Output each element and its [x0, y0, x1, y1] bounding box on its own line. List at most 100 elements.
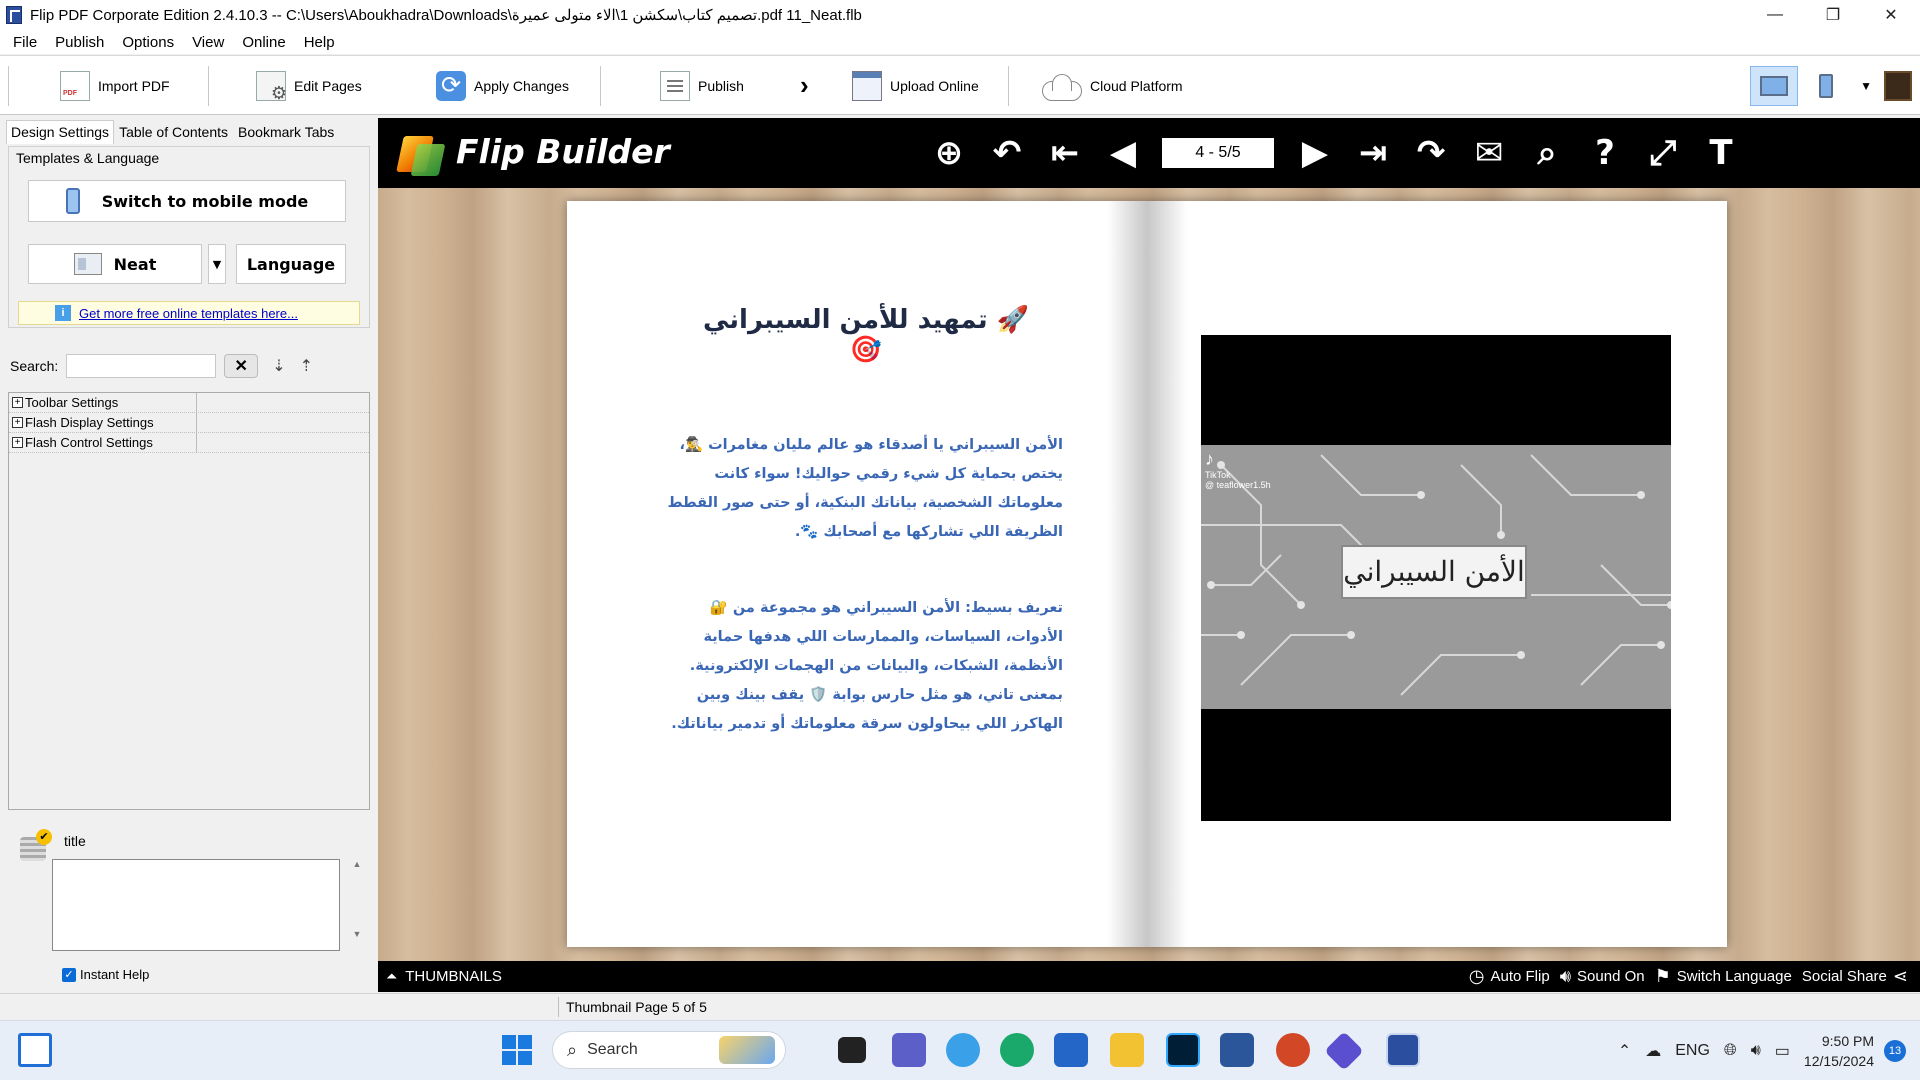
switch-language-button[interactable]: ⚑ Switch Language [1655, 966, 1792, 987]
network-icon[interactable]: 🌐︎ [1724, 1042, 1737, 1060]
refresh-icon [436, 71, 466, 101]
desktop-view-button[interactable] [1750, 66, 1799, 106]
tiktok-icon: ♪ [1205, 449, 1214, 469]
sound-label: Sound On [1577, 968, 1645, 985]
search-icon[interactable]: ⌕ [1524, 130, 1570, 176]
tab-design-settings[interactable]: Design Settings [6, 120, 115, 144]
photoshop-icon[interactable] [1166, 1033, 1200, 1067]
mobile-view-button[interactable] [1802, 66, 1850, 106]
tab-bookmark-tabs[interactable]: Bookmark Tabs [233, 120, 339, 144]
redo-icon[interactable]: ↷ [1408, 130, 1454, 176]
zoom-in-icon[interactable]: ⊕ [926, 130, 972, 176]
help-scrollbar[interactable]: ▲ ▼ [348, 859, 366, 951]
tree-row[interactable]: + Flash Control Settings [9, 433, 369, 453]
help-icon[interactable]: ? [1582, 130, 1628, 176]
expand-icon[interactable]: + [12, 397, 23, 408]
book-icon[interactable] [1884, 71, 1912, 101]
restore-button[interactable]: ❐ [1804, 0, 1862, 30]
close-button[interactable]: ✕ [1862, 0, 1920, 30]
switch-mobile-button[interactable]: Switch to mobile mode [28, 180, 346, 222]
thumbnails-button[interactable]: ⏶ THUMBNAILS [386, 968, 502, 985]
flip-pdf-taskbar-icon[interactable] [1386, 1033, 1420, 1067]
clock[interactable]: 9:50 PM 12/15/2024 [1804, 1031, 1874, 1071]
teams-icon[interactable] [892, 1033, 926, 1067]
next-page-icon[interactable]: ▶ [1292, 130, 1338, 176]
help-text-box[interactable] [52, 859, 340, 951]
weather-icon[interactable] [946, 1033, 980, 1067]
publish-button[interactable]: Publish [660, 66, 744, 106]
right-page[interactable]: ♪ TikTok @ teaflower1.5h الأمن السيبراني [1147, 201, 1727, 947]
sound-button[interactable]: 🔊︎ Sound On [1560, 966, 1645, 987]
sort-ascending-icon[interactable]: ⇣ [272, 356, 285, 376]
edge-icon[interactable] [1000, 1033, 1034, 1067]
info-icon: i [55, 305, 71, 321]
text-icon[interactable]: T [1698, 130, 1744, 176]
file-explorer-icon[interactable] [1110, 1033, 1144, 1067]
publish-icon [660, 71, 690, 101]
auto-flip-button[interactable]: ◷ Auto Flip [1469, 966, 1550, 987]
menu-help[interactable]: Help [295, 34, 344, 51]
menu-publish[interactable]: Publish [46, 34, 113, 51]
clear-search-button[interactable]: ✕ [224, 354, 259, 378]
last-page-icon[interactable]: ⇥ [1350, 130, 1396, 176]
menu-file[interactable]: File [4, 34, 46, 51]
settings-panel: Design Settings Table of Contents Bookma… [0, 116, 378, 993]
social-share-button[interactable]: Social Share ⋖ [1802, 966, 1914, 987]
email-icon[interactable]: ✉ [1466, 130, 1512, 176]
chevron-right-icon[interactable]: › [800, 70, 809, 101]
apply-changes-button[interactable]: Apply Changes [436, 66, 569, 106]
template-button[interactable]: Neat [28, 244, 202, 284]
undo-icon[interactable]: ↶ [984, 130, 1030, 176]
battery-icon[interactable]: ▭ [1775, 1041, 1790, 1061]
instant-help-label: Instant Help [80, 967, 150, 982]
cloud-platform-button[interactable]: Cloud Platform [1040, 66, 1183, 106]
cloud-off-icon[interactable]: ☁ [1645, 1041, 1661, 1061]
menu-options[interactable]: Options [113, 34, 183, 51]
minimize-button[interactable]: — [1746, 0, 1804, 30]
taskbar-search[interactable]: ⌕ Search [552, 1031, 786, 1069]
powerpoint-icon[interactable] [1276, 1033, 1310, 1067]
sort-descending-icon[interactable]: ⇡ [300, 356, 313, 376]
edit-pages-button[interactable]: Edit Pages [256, 66, 362, 106]
expand-icon[interactable]: + [12, 417, 23, 428]
template-label: Neat [113, 254, 157, 274]
language-indicator[interactable]: ENG [1675, 1042, 1710, 1060]
language-button[interactable]: Language [236, 244, 346, 284]
tree-row[interactable]: + Flash Display Settings [9, 413, 369, 433]
upload-online-button[interactable]: Upload Online [852, 66, 979, 106]
page-number-input[interactable]: 4 - 5/5 [1162, 138, 1274, 168]
volume-icon[interactable]: 🔊︎ [1751, 1042, 1761, 1060]
tab-table-of-contents[interactable]: Table of Contents [114, 120, 233, 144]
open-book[interactable]: 🚀 تمهيد للأمن السيبراني 🎯 الأمن السيبران… [567, 201, 1727, 947]
first-page-icon[interactable]: ⇤ [1042, 130, 1088, 176]
search-input[interactable] [66, 354, 217, 378]
import-pdf-button[interactable]: Import PDF [60, 66, 170, 106]
instant-help-checkbox[interactable]: ✓ [62, 967, 76, 982]
notification-badge[interactable]: 13 [1884, 1040, 1906, 1062]
template-dropdown[interactable]: ▼ [208, 244, 226, 284]
switch-language-label: Switch Language [1676, 968, 1792, 985]
chevron-up-icon[interactable]: ⌃ [1618, 1041, 1631, 1061]
intro-paragraph: الأمن السيبراني يا أصدقاء هو عالم مليان … [667, 437, 1063, 540]
word-icon[interactable] [1220, 1033, 1254, 1067]
start-button[interactable] [500, 1033, 534, 1067]
chevron-down-icon[interactable]: ▼ [1860, 79, 1872, 93]
window-title: Flip PDF Corporate Edition 2.4.10.3 -- C… [30, 7, 862, 24]
store-icon[interactable] [1054, 1033, 1088, 1067]
prev-page-icon[interactable]: ◀ [1100, 130, 1146, 176]
menu-online[interactable]: Online [233, 34, 294, 51]
help-area: title ▲▼ ✓ Instant Help [8, 819, 370, 989]
templates-group-label: Templates & Language [16, 150, 160, 166]
left-page[interactable]: 🚀 تمهيد للأمن السيبراني 🎯 الأمن السيبران… [567, 201, 1147, 947]
free-templates-link[interactable]: Get more free online templates here... [79, 306, 298, 321]
app-icon[interactable] [1324, 1031, 1364, 1071]
edit-pages-icon [256, 71, 287, 104]
title-bar: Flip PDF Corporate Edition 2.4.10.3 -- C… [0, 0, 1920, 30]
task-view-icon[interactable] [838, 1037, 866, 1063]
widgets-icon[interactable] [18, 1033, 52, 1067]
tree-row[interactable]: + Toolbar Settings [9, 393, 369, 413]
menu-view[interactable]: View [183, 34, 233, 51]
fullscreen-icon[interactable]: ⤢ [1640, 130, 1686, 176]
expand-icon[interactable]: + [12, 437, 23, 448]
spine-shadow [1107, 201, 1147, 947]
